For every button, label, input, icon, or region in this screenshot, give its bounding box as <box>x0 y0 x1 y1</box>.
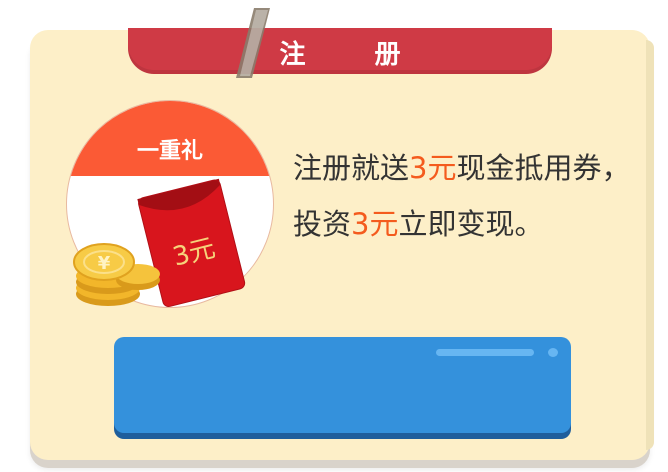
promo-part-1: 注册就送 <box>293 151 410 185</box>
register-button[interactable] <box>114 337 571 433</box>
red-envelope-coins-illustration: 3元 ¥ <box>73 178 246 307</box>
header-ribbon: 注 册 <box>128 28 552 74</box>
promo-text: 注册就送3元现金抵用券，投资3元立即变现。 <box>293 140 633 252</box>
promo-amount-1: 3元 <box>409 151 457 185</box>
button-shine-dot <box>548 348 558 357</box>
ribbon-slash-decoration <box>236 8 270 78</box>
gift-badge-label: 一重礼 <box>136 139 203 164</box>
coin-yen-symbol: ¥ <box>98 253 111 274</box>
red-envelope-icon: 3元 <box>137 178 246 307</box>
page-title: 注 册 <box>279 40 431 70</box>
gold-coins-icon: ¥ <box>73 243 160 306</box>
promo-part-3: 立即变现。 <box>398 207 544 241</box>
promo-amount-2: 3元 <box>351 207 399 241</box>
button-shine <box>436 349 534 356</box>
